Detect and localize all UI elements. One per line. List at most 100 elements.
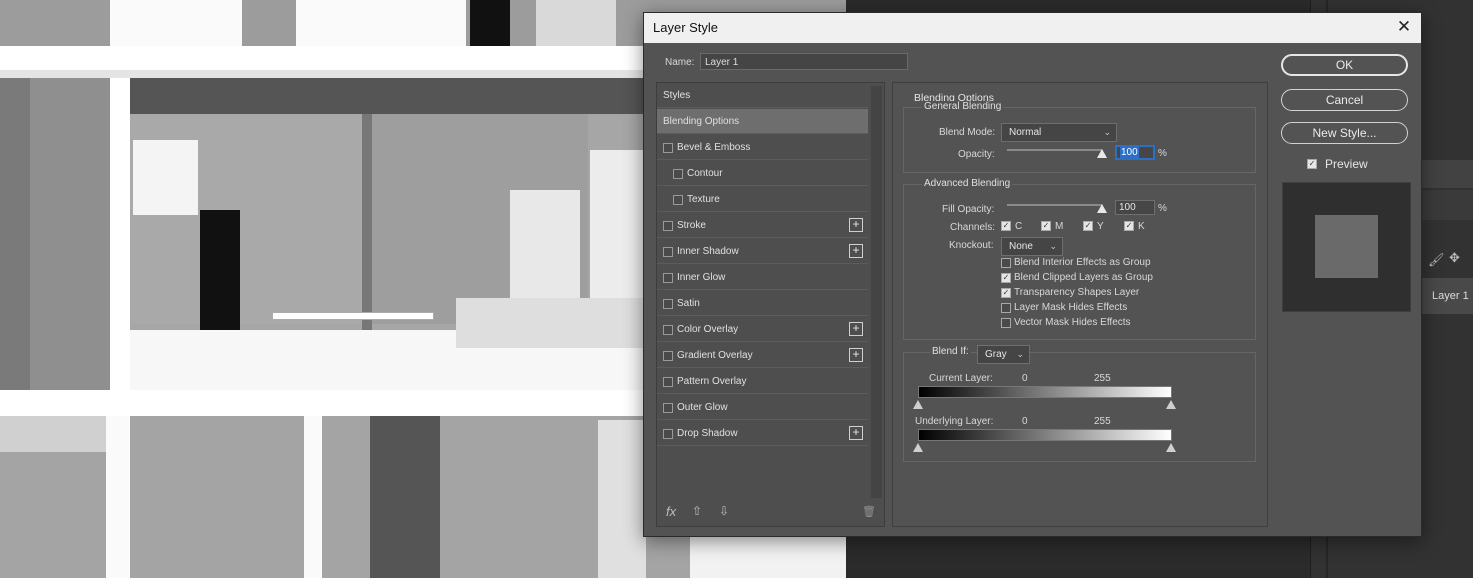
option-label: Layer Mask Hides Effects [1014, 302, 1128, 313]
style-item-label: Color Overlay [677, 324, 739, 335]
style-checkbox[interactable] [663, 143, 673, 153]
style-item-contour[interactable]: Contour [657, 161, 868, 186]
style-checkbox[interactable] [673, 195, 683, 205]
layer-style-dialog: Layer Style ✕ Name: Layer 1 Styles Blendi… [643, 12, 1422, 537]
current-layer-min: 0 [1022, 373, 1028, 384]
style-item-texture[interactable]: Texture [657, 187, 868, 212]
chevron-down-icon: ⌄ [1016, 349, 1024, 359]
blend-mode-select[interactable]: Normal ⌄ [1001, 123, 1117, 142]
fill-opacity-percent: % [1158, 203, 1167, 214]
blend-if-group [903, 352, 1256, 462]
style-checkbox[interactable] [673, 169, 683, 179]
option-checkbox[interactable] [1001, 303, 1011, 313]
add-effect-icon[interactable]: + [849, 244, 863, 258]
move-down-icon[interactable]: ⇩ [719, 504, 729, 518]
style-item-drop-shadow[interactable]: Drop Shadow + [657, 421, 868, 446]
channel-label: Y [1097, 221, 1104, 232]
opacity-input[interactable]: 100 [1115, 145, 1155, 160]
style-item-label: Satin [677, 298, 700, 309]
style-checkbox[interactable] [663, 299, 673, 309]
style-item-label: Bevel & Emboss [677, 142, 751, 153]
style-checkbox[interactable] [663, 325, 673, 335]
option-label: Vector Mask Hides Effects [1014, 317, 1131, 328]
style-item-label: Pattern Overlay [677, 376, 747, 387]
knockout-value: None [1009, 241, 1033, 252]
channel-label: C [1015, 221, 1023, 232]
styles-header: Styles [657, 83, 868, 108]
fill-opacity-input[interactable]: 100 [1115, 200, 1155, 215]
current-layer-black-slider[interactable] [913, 400, 923, 409]
style-checkbox[interactable] [663, 273, 673, 283]
styles-list: Styles Blending Options Bevel & Emboss Cont… [656, 82, 885, 527]
knockout-label: Knockout: [949, 240, 994, 251]
move-up-icon[interactable]: ⇧ [692, 504, 702, 518]
underlying-layer-white-slider[interactable] [1166, 443, 1176, 452]
style-checkbox[interactable] [663, 377, 673, 387]
blend-mode-label: Blend Mode: [939, 127, 996, 138]
style-checkbox[interactable] [663, 429, 673, 439]
preview-checkbox[interactable]: ✓ [1307, 159, 1317, 169]
add-effect-icon[interactable]: + [849, 322, 863, 336]
underlying-layer-min: 0 [1022, 416, 1028, 427]
channel-checkbox[interactable]: ✓ [1124, 221, 1134, 231]
style-item-blending-options[interactable]: Blending Options [657, 109, 868, 134]
move-icon[interactable]: ✥ [1449, 250, 1460, 266]
style-item-label: Inner Glow [677, 272, 726, 283]
chevron-down-icon: ⌄ [1103, 127, 1111, 137]
current-layer-gradient[interactable] [918, 386, 1172, 398]
add-effect-icon[interactable]: + [849, 218, 863, 232]
name-label: Name: [665, 57, 695, 68]
advanced-blending-title: Advanced Blending [922, 178, 1013, 189]
option-checkbox[interactable]: ✓ [1001, 273, 1011, 283]
style-item-stroke[interactable]: Stroke + [657, 213, 868, 238]
fx-icon[interactable]: fx [666, 504, 676, 519]
channel-label: M [1055, 221, 1064, 232]
underlying-layer-label: Underlying Layer: [915, 416, 994, 427]
opacity-slider-knob[interactable] [1097, 149, 1107, 158]
style-item-inner-glow[interactable]: Inner Glow [657, 265, 868, 290]
blend-if-value: Gray [985, 349, 1007, 360]
fill-opacity-label: Fill Opacity: [942, 204, 995, 215]
fill-opacity-slider-track[interactable] [1007, 204, 1102, 206]
channel-checkbox[interactable]: ✓ [1041, 221, 1051, 231]
channel-checkbox[interactable]: ✓ [1083, 221, 1093, 231]
channel-checkbox[interactable]: ✓ [1001, 221, 1011, 231]
style-checkbox[interactable] [663, 351, 673, 361]
dialog-titlebar[interactable]: Layer Style ✕ [644, 13, 1421, 43]
underlying-layer-black-slider[interactable] [913, 443, 923, 452]
option-checkbox[interactable] [1001, 258, 1011, 268]
cancel-button[interactable]: Cancel [1281, 89, 1408, 111]
option-checkbox[interactable]: ✓ [1001, 288, 1011, 298]
underlying-layer-gradient[interactable] [918, 429, 1172, 441]
layer-name-input[interactable]: Layer 1 [700, 53, 908, 70]
blending-options-panel: Blending Options General Blending Blend … [892, 82, 1268, 527]
blend-if-label: Blend If: [930, 346, 971, 357]
style-checkbox[interactable] [663, 247, 673, 257]
style-item-color-overlay[interactable]: Color Overlay + [657, 317, 868, 342]
style-item-inner-shadow[interactable]: Inner Shadow + [657, 239, 868, 264]
knockout-select[interactable]: None ⌄ [1001, 237, 1063, 256]
style-checkbox[interactable] [663, 403, 673, 413]
current-layer-white-slider[interactable] [1166, 400, 1176, 409]
option-checkbox[interactable] [1001, 318, 1011, 328]
fill-opacity-slider-knob[interactable] [1097, 204, 1107, 213]
add-effect-icon[interactable]: + [849, 426, 863, 440]
trash-icon[interactable]: 🗑 [862, 505, 876, 518]
style-item-bevel-emboss[interactable]: Bevel & Emboss [657, 135, 868, 160]
layer-row[interactable]: Layer 1 [1420, 278, 1473, 314]
blend-if-select[interactable]: Gray ⌄ [977, 345, 1030, 364]
style-item-satin[interactable]: Satin [657, 291, 868, 316]
close-icon[interactable]: ✕ [1393, 16, 1415, 38]
brush-icon[interactable]: 🖌 [1428, 252, 1445, 268]
style-item-pattern-overlay[interactable]: Pattern Overlay [657, 369, 868, 394]
blend-mode-value: Normal [1009, 127, 1042, 138]
style-item-outer-glow[interactable]: Outer Glow [657, 395, 868, 420]
new-style-button[interactable]: New Style... [1281, 122, 1408, 144]
opacity-slider-track[interactable] [1007, 149, 1102, 151]
ok-button[interactable]: OK [1281, 54, 1408, 76]
styles-scrollbar[interactable] [871, 86, 882, 498]
current-layer-label: Current Layer: [929, 373, 993, 384]
style-checkbox[interactable] [663, 221, 673, 231]
add-effect-icon[interactable]: + [849, 348, 863, 362]
style-item-gradient-overlay[interactable]: Gradient Overlay + [657, 343, 868, 368]
